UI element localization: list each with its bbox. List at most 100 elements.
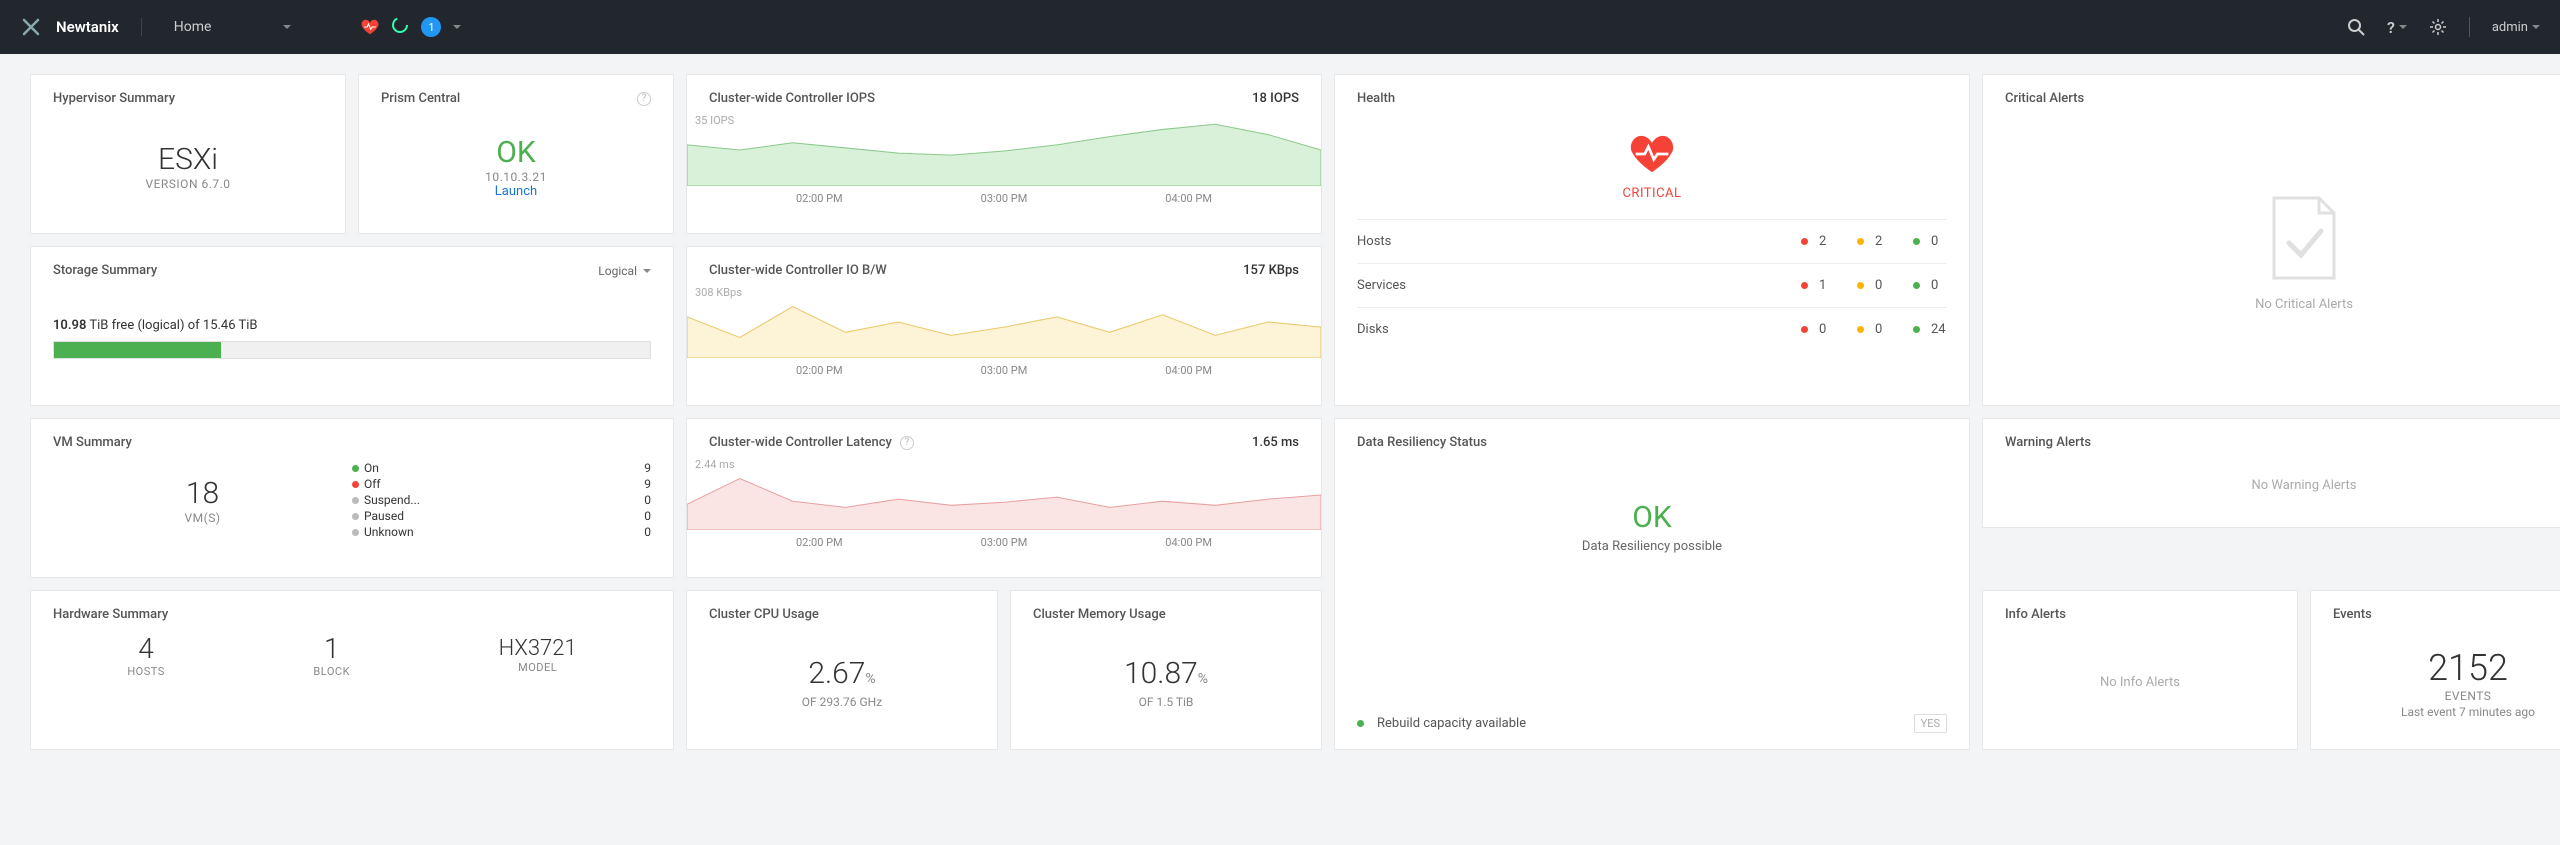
health-green-count: 24	[1931, 322, 1946, 337]
warning-alerts-card: Warning Alerts No Warning Alerts	[1982, 418, 2560, 528]
user-dropdown[interactable]: admin	[2492, 20, 2540, 35]
resiliency-card: Data Resiliency Status OK Data Resilienc…	[1334, 418, 1970, 750]
card-title: Warning Alerts	[2005, 435, 2091, 450]
health-row[interactable]: Services 1 0 0	[1357, 263, 1947, 307]
hosts-label: HOSTS	[127, 665, 164, 678]
iobw-sparkline	[687, 286, 1321, 358]
topbar: Newtanix Home 1 ? admin	[0, 0, 2560, 54]
tick-label: 02:00 PM	[796, 536, 843, 549]
nav-label: Home	[174, 19, 212, 35]
health-green-count: 0	[1931, 234, 1938, 249]
mem-pct: %	[1198, 671, 1208, 687]
status-dot-icon	[1913, 238, 1920, 245]
cpu-pct: %	[865, 671, 875, 687]
chevron-down-icon	[283, 25, 291, 29]
notification-badge[interactable]: 1	[421, 17, 441, 37]
latency-value: 1.65 ms	[1252, 435, 1299, 450]
card-title: Health	[1357, 91, 1395, 106]
help-icon[interactable]: ?	[637, 92, 651, 106]
tick-label: 02:00 PM	[796, 364, 843, 377]
mem-sub: OF 1.5 TiB	[1139, 695, 1194, 709]
health-heart-icon[interactable]	[361, 19, 379, 35]
latency-sparkline	[687, 458, 1321, 530]
card-title: Hypervisor Summary	[53, 91, 175, 106]
iops-value: 18 IOPS	[1252, 91, 1299, 106]
vm-state-label: Paused	[364, 509, 404, 523]
vm-unit: VM(S)	[53, 511, 352, 525]
health-red-count: 2	[1819, 234, 1826, 249]
hypervisor-version: VERSION 6.7.0	[145, 177, 230, 191]
prism-launch-link[interactable]: Launch	[495, 184, 537, 199]
tick-label: 04:00 PM	[1165, 364, 1212, 377]
search-icon[interactable]	[2347, 18, 2365, 36]
health-row-label: Hosts	[1357, 234, 1801, 249]
tick-label: 03:00 PM	[981, 364, 1028, 377]
blocks-label: BLOCK	[313, 665, 350, 678]
nav-dropdown[interactable]: Home	[164, 13, 302, 41]
status-dot-icon	[1801, 326, 1808, 333]
tick-label: 04:00 PM	[1165, 192, 1212, 205]
storage-progress-fill	[54, 342, 221, 358]
help-dropdown[interactable]: ?	[2387, 18, 2407, 37]
status-dot-icon	[1913, 326, 1920, 333]
topbar-right: ? admin	[2347, 17, 2540, 37]
prism-central-card: Prism Central ? OK 10.10.3.21 Launch	[358, 74, 674, 234]
card-title: Prism Central	[381, 91, 460, 106]
storage-total: 15.46 TiB	[203, 318, 258, 333]
latency-chart-card: Cluster-wide Controller Latency ? 1.65 m…	[686, 418, 1322, 578]
gear-icon[interactable]	[2429, 18, 2447, 36]
health-row-label: Services	[1357, 278, 1801, 293]
status-dot-icon	[1857, 326, 1864, 333]
card-title: Cluster-wide Controller IO B/W	[709, 263, 887, 278]
storage-text: 10.98 TiB free (logical) of 15.46 TiB	[53, 318, 651, 333]
cpu-sub: OF 293.76 GHz	[802, 695, 882, 709]
vm-state-row: On9	[352, 460, 651, 476]
vm-state-count: 9	[644, 477, 651, 491]
vm-state-count: 0	[644, 493, 651, 507]
iobw-value: 157 KBps	[1243, 263, 1299, 278]
chevron-down-icon	[2399, 25, 2407, 29]
storage-free-value: 10.98	[53, 318, 86, 333]
hypervisor-name: ESXi	[158, 142, 218, 177]
usage-split: Cluster CPU Usage 2.67% OF 293.76 GHz Cl…	[686, 590, 1322, 750]
mem-value: 10.87	[1124, 656, 1198, 691]
status-dot-icon	[1357, 720, 1364, 727]
status-dot-icon	[1857, 282, 1864, 289]
empty-message: No Info Alerts	[2100, 675, 2180, 690]
ring-icon[interactable]	[391, 16, 409, 38]
vm-state-row: Unknown0	[352, 524, 651, 540]
card-title: Storage Summary	[53, 263, 157, 278]
help-icon[interactable]: ?	[900, 436, 914, 450]
card-title: Events	[2333, 607, 2372, 622]
hosts-count: 4	[127, 632, 164, 665]
iobw-chart-card: Cluster-wide Controller IO B/W 157 KBps …	[686, 246, 1322, 406]
storage-toggle-label: Logical	[598, 264, 637, 278]
health-yellow-count: 0	[1875, 278, 1882, 293]
card-title: Critical Alerts	[2005, 91, 2084, 106]
tick-label: 02:00 PM	[796, 192, 843, 205]
health-status: CRITICAL	[1357, 186, 1947, 201]
user-label: admin	[2492, 20, 2528, 35]
model-name: HX3721	[499, 636, 577, 661]
cpu-value: 2.67	[808, 656, 865, 691]
resiliency-status: OK	[1357, 500, 1947, 535]
events-card: Events 2152 EVENTS Last event 7 minutes …	[2310, 590, 2560, 750]
health-row[interactable]: Hosts 2 2 0	[1357, 219, 1947, 263]
hypervisor-summary-card: Hypervisor Summary ESXi VERSION 6.7.0	[30, 74, 346, 234]
events-label: EVENTS	[2333, 689, 2560, 703]
tick-label: 04:00 PM	[1165, 536, 1212, 549]
status-dot-icon	[352, 513, 359, 520]
health-row[interactable]: Disks 0 0 24	[1357, 307, 1947, 351]
vm-state-count: 0	[644, 525, 651, 539]
logo-icon	[20, 16, 42, 38]
prism-ip: 10.10.3.21	[485, 170, 547, 184]
cpu-usage-card: Cluster CPU Usage 2.67% OF 293.76 GHz	[686, 590, 998, 750]
storage-toggle[interactable]: Logical	[598, 264, 651, 278]
vm-state-label: Off	[364, 477, 381, 491]
critical-alerts-card: Critical Alerts No Critical Alerts	[1982, 74, 2560, 406]
status-dot-icon	[1801, 238, 1808, 245]
vm-state-count: 0	[644, 509, 651, 523]
status-dot-icon	[1913, 282, 1920, 289]
storage-progress-bar	[53, 341, 651, 359]
chevron-down-icon[interactable]	[453, 25, 461, 29]
